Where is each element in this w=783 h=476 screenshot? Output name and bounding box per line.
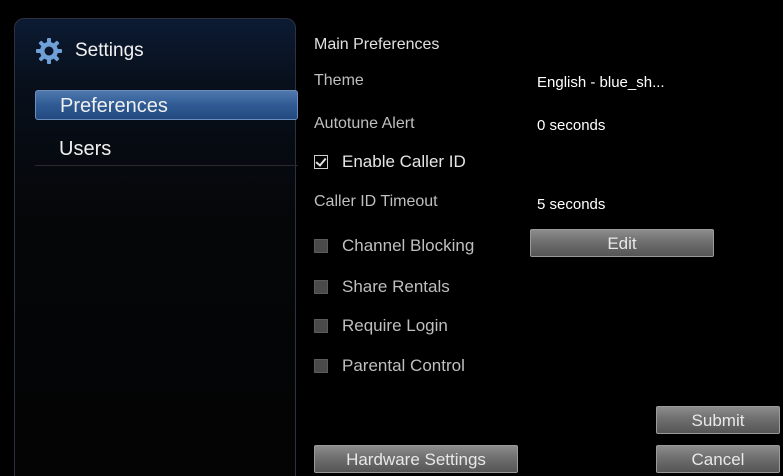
channel-blocking-row[interactable]: Channel Blocking <box>314 235 474 257</box>
caller-timeout-label: Caller ID Timeout <box>314 193 438 210</box>
sidebar-header: Settings <box>35 35 144 67</box>
settings-sidebar: Settings Preferences Users <box>14 18 298 476</box>
caller-timeout-value[interactable]: 5 seconds <box>537 196 605 213</box>
share-rentals-row[interactable]: Share Rentals <box>314 276 450 298</box>
share-rentals-checkbox[interactable] <box>314 280 328 294</box>
sidebar-title: Settings <box>75 40 144 61</box>
cancel-button[interactable]: Cancel <box>656 445 780 473</box>
enable-caller-id-row[interactable]: Enable Caller ID <box>314 151 466 173</box>
theme-value[interactable]: English - blue_sh... <box>537 74 665 91</box>
autotune-value[interactable]: 0 seconds <box>537 117 605 134</box>
edit-button[interactable]: Edit <box>530 229 714 257</box>
sidebar-item-preferences[interactable]: Preferences <box>35 90 298 120</box>
hardware-settings-button[interactable]: Hardware Settings <box>314 445 518 473</box>
channel-blocking-label: Channel Blocking <box>342 236 475 255</box>
require-login-checkbox[interactable] <box>314 319 328 333</box>
enable-caller-id-label: Enable Caller ID <box>342 152 466 171</box>
channel-blocking-checkbox[interactable] <box>314 239 328 253</box>
require-login-label: Require Login <box>342 316 448 335</box>
parental-control-row[interactable]: Parental Control <box>314 355 465 377</box>
sidebar-divider <box>35 165 298 166</box>
theme-label: Theme <box>314 72 364 89</box>
gear-icon <box>36 38 62 64</box>
require-login-row[interactable]: Require Login <box>314 315 448 337</box>
submit-button[interactable]: Submit <box>656 406 780 434</box>
sidebar-item-users[interactable]: Users <box>35 134 298 164</box>
share-rentals-label: Share Rentals <box>342 277 450 296</box>
enable-caller-id-checkbox[interactable] <box>314 155 328 169</box>
parental-control-checkbox[interactable] <box>314 359 328 373</box>
autotune-label: Autotune Alert <box>314 115 415 132</box>
section-title: Main Preferences <box>314 36 440 53</box>
parental-control-label: Parental Control <box>342 356 465 375</box>
